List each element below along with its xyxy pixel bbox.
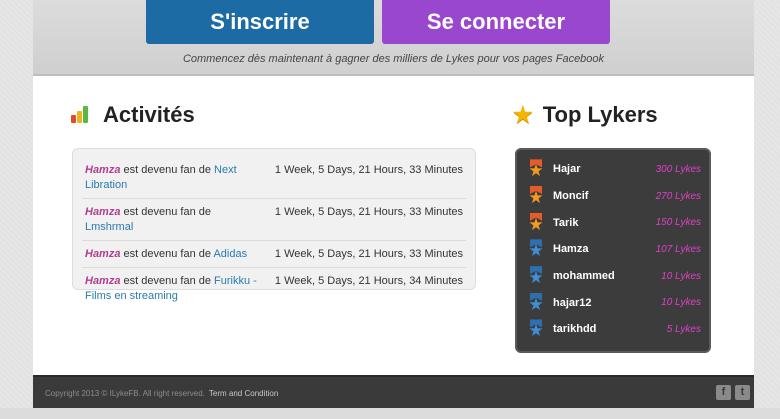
activity-verb: est devenu fan de [120, 206, 211, 218]
medal-icon: ★ [528, 319, 544, 341]
activity-page-link[interactable]: Lmshrmal [85, 221, 133, 233]
lyker-name[interactable]: Moncif [553, 190, 656, 202]
lyker-count: 107 Lykes [655, 243, 701, 255]
activity-verb: est devenu fan de [120, 164, 215, 176]
activity-user[interactable]: Hamza [85, 248, 120, 260]
lyker-count: 5 Lykes [666, 323, 701, 335]
medal-icon: ★ [528, 212, 544, 234]
hero-tagline: Commencez dès maintenant à gagner des mi… [182, 53, 605, 65]
activity-row: Hamza est devenu fan de Next Libration 1 … [82, 157, 466, 199]
activity-row: Hamza est devenu fan de Furikku - Films … [82, 268, 466, 309]
lyker-count: 10 Lykes [661, 270, 701, 282]
lyker-name[interactable]: Hajar [553, 163, 656, 175]
activity-row: Hamza est devenu fan de Adidas 1 Week, 5 … [82, 241, 466, 268]
activity-page-link[interactable]: Adidas [213, 248, 247, 260]
lyker-name[interactable]: Tarik [553, 217, 656, 229]
activities-title: Activités [103, 102, 195, 127]
activity-user[interactable]: Hamza [85, 275, 120, 287]
bar-chart-icon [71, 105, 93, 125]
medal-icon: ★ [528, 186, 544, 208]
hero-band: S'inscrire Se connecter Commencez dès ma… [33, 0, 754, 76]
lyker-count: 270 Lykes [655, 190, 701, 202]
medal-icon: ★ [528, 292, 544, 314]
star-icon: ★ [513, 102, 533, 127]
lyker-row: ★ Moncif 270 Lykes [527, 183, 701, 210]
twitter-icon[interactable]: t [735, 385, 750, 400]
lyker-row: ★ mohammed 10 Lykes [527, 263, 701, 290]
activity-time: 1 Week, 5 Days, 21 Hours, 33 Minutes [274, 248, 463, 260]
lyker-row: ★ tarikhdd 5 Lykes [527, 316, 701, 343]
activity-text: Hamza est devenu fan de Adidas [85, 247, 260, 262]
activity-user[interactable]: Hamza [85, 164, 120, 176]
copyright-text: Copyright 2013 © ILykeFB. All right rese… [45, 389, 205, 398]
activity-user[interactable]: Hamza [85, 206, 120, 218]
lyker-count: 300 Lykes [655, 163, 701, 175]
lyker-name[interactable]: tarikhdd [553, 323, 667, 335]
bottom-strip [0, 408, 780, 419]
term-link[interactable]: Term and Condition [209, 389, 278, 398]
signup-button[interactable]: S'inscrire [146, 0, 374, 44]
lyker-name[interactable]: Hamza [553, 243, 656, 255]
top-lykers-heading: ★ Top Lykers [513, 102, 658, 128]
lyker-row: ★ hajar12 10 Lykes [527, 289, 701, 316]
activity-row: Hamza est devenu fan de Lmshrmal 1 Week, … [82, 199, 466, 241]
page: S'inscrire Se connecter Commencez dès ma… [33, 0, 754, 419]
facebook-icon[interactable]: f [716, 385, 731, 400]
activity-list: Hamza est devenu fan de Next Libration 1 … [72, 148, 476, 302]
lyker-name[interactable]: mohammed [553, 270, 661, 282]
activity-time: 1 Week, 5 Days, 21 Hours, 33 Minutes [274, 164, 463, 176]
activity-verb: est devenu fan de [120, 248, 214, 260]
lyker-count: 10 Lykes [661, 297, 701, 309]
lyker-row: ★ Tarik 150 Lykes [527, 209, 701, 236]
activities-heading: Activités [71, 102, 195, 128]
top-lykers-title: Top Lykers [542, 102, 658, 127]
medal-icon: ★ [528, 266, 544, 288]
lyker-row: ★ Hajar 300 Lykes [527, 156, 701, 183]
lyker-name[interactable]: hajar12 [553, 297, 661, 309]
lyker-count: 150 Lykes [655, 217, 701, 229]
activity-verb: est devenu fan de [120, 275, 215, 287]
activity-text: Hamza est devenu fan de Furikku - Films … [85, 274, 260, 304]
activity-text: Hamza est devenu fan de Lmshrmal [85, 205, 260, 235]
activity-time: 1 Week, 5 Days, 21 Hours, 33 Minutes [274, 206, 463, 218]
activity-time: 1 Week, 5 Days, 21 Hours, 34 Minutes [274, 275, 463, 287]
medal-icon: ★ [528, 159, 544, 181]
medal-icon: ★ [528, 239, 544, 261]
login-button[interactable]: Se connecter [382, 0, 610, 44]
top-lykers-list: ★ Hajar 300 Lykes ★ Moncif 270 Lykes ★ Tarik 150… [515, 148, 711, 353]
footer: Copyright 2013 © ILykeFB. All right rese… [33, 375, 754, 408]
copyright: Copyright 2013 © ILykeFB. All right rese… [45, 389, 278, 398]
activity-text: Hamza est devenu fan de Next Libration [85, 163, 260, 193]
lyker-row: ★ Hamza 107 Lykes [527, 236, 701, 263]
